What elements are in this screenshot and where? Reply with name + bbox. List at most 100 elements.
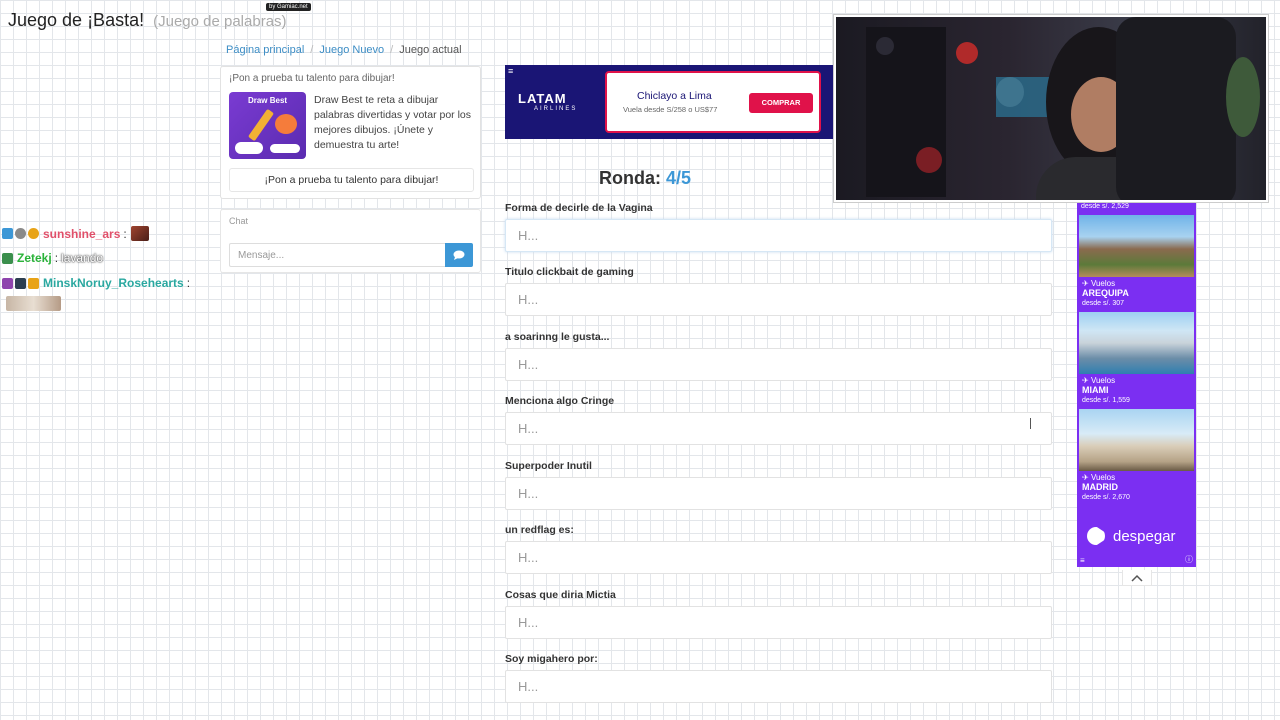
latam-buy-button[interactable]: COMPRAR [749, 93, 813, 113]
round-indicator: Ronda: 4/5 [599, 168, 691, 189]
page-title: Juego de ¡Basta! (Juego de palabras) [8, 10, 287, 31]
category-input[interactable] [505, 219, 1052, 252]
deal-price: desde s/. 2,670 [1082, 494, 1130, 501]
despegar-logo: despegar [1087, 527, 1176, 545]
stream-chat-separator: : [123, 226, 127, 241]
chair [1116, 17, 1236, 200]
badge-icon [28, 228, 39, 239]
text-cursor-icon [1030, 418, 1036, 429]
latam-logo-text: LATAM [518, 91, 567, 106]
volcano-image [1079, 215, 1194, 277]
paint-blob-icon [275, 114, 297, 134]
deal-tag: ✈ Vuelos [1082, 473, 1116, 482]
promo-title: ¡Pon a prueba tu talento para dibujar! [229, 73, 395, 84]
category-label: a soarinng le gusta... [505, 331, 610, 343]
by-badge: by Gamiac.net [266, 3, 311, 11]
city-skyline-image [1079, 312, 1194, 374]
despegar-deal-card[interactable]: ✈ Vuelos MIAMI desde s/. 1,559 [1079, 312, 1194, 405]
despegar-top-price: desde s/. 2,529 [1081, 203, 1129, 210]
stream-chat-message: lavando [61, 251, 104, 265]
stream-chat-image [6, 296, 61, 311]
despegar-deal-card[interactable]: ✈ Vuelos MADRID desde s/. 2,670 [1079, 409, 1194, 502]
title-subtitle: (Juego de palabras) [153, 13, 287, 30]
despegar-ad[interactable]: desde s/. 2,529 ✈ Vuelos AREQUIPA desde … [1077, 200, 1196, 567]
category-input[interactable] [505, 541, 1052, 574]
comment-icon [453, 250, 465, 260]
stream-chat-line: MinskNoruy_Rosehearts : [2, 276, 190, 290]
category-label: Titulo clickbait de gaming [505, 266, 634, 278]
badge-icon [2, 252, 13, 264]
category-input[interactable] [505, 606, 1052, 639]
plant [1226, 57, 1260, 137]
category-input[interactable] [505, 283, 1052, 316]
breadcrumb: Página principal / Juego Nuevo / Juego actua… [226, 44, 462, 56]
info-icon[interactable]: ⓘ [1185, 554, 1193, 565]
stream-chat-line: sunshine_ars : [2, 226, 149, 241]
cloud-icon [235, 142, 263, 154]
round-value: 4/5 [666, 168, 692, 188]
category-input[interactable] [505, 477, 1052, 510]
figure [956, 42, 978, 64]
deal-city: MIAMI [1082, 385, 1109, 395]
category-input[interactable] [505, 670, 1052, 703]
ad-menu-icon[interactable]: ≡ [1080, 556, 1085, 565]
despegar-logo-text: despegar [1113, 527, 1176, 545]
latam-logo-sub: AIRLINES [534, 106, 578, 112]
stream-chat-username: MinskNoruy_Rosehearts [43, 276, 184, 290]
category-input[interactable] [505, 412, 1052, 445]
deal-tag: ✈ Vuelos [1082, 279, 1116, 288]
emote-icon [130, 226, 149, 241]
title-main: Juego de ¡Basta! [8, 10, 145, 30]
pencil-icon [247, 108, 275, 142]
promo-panel: ¡Pon a prueba tu talento para dibujar! D… [220, 66, 481, 199]
badge-icon [15, 228, 26, 239]
latam-offer-card[interactable]: Chiclayo a Lima Vuela desde S/258 o US$7… [605, 71, 821, 133]
badge-icon [2, 228, 13, 239]
palace-image [1079, 409, 1194, 471]
breadcrumb-current: Juego actual [399, 44, 462, 56]
despegar-mark-icon [1087, 527, 1105, 545]
category-label: Menciona algo Cringe [505, 395, 615, 407]
category-label: un redflag es: [505, 524, 574, 536]
promo-thumbnail[interactable]: Draw Best [229, 92, 306, 159]
badge-icon [28, 277, 39, 289]
deal-city: MADRID [1082, 482, 1118, 492]
latam-logo: LATAM AIRLINES [518, 91, 577, 112]
deal-tag: ✈ Vuelos [1082, 376, 1116, 385]
stream-chat-username: Zetekj [17, 251, 52, 265]
badge-icon [270, 144, 300, 153]
round-label: Ronda: [599, 168, 661, 188]
stream-chat-username: sunshine_ars [43, 226, 121, 241]
chat-panel: Chat [220, 209, 481, 273]
chevron-up-icon [1131, 574, 1143, 582]
latam-price: Vuela desde S/258 o US$77 [623, 105, 718, 114]
category-label: Superpoder Inutil [505, 460, 592, 472]
breadcrumb-home-link[interactable]: Página principal [226, 44, 304, 56]
chat-message-input[interactable] [229, 243, 445, 267]
chat-title: Chat [229, 216, 249, 226]
webcam-overlay [834, 15, 1268, 202]
collapse-ad-button[interactable] [1122, 570, 1152, 586]
category-input[interactable] [505, 348, 1052, 381]
stream-chat-separator: : [54, 251, 59, 265]
figure [916, 147, 942, 173]
promo-button[interactable]: ¡Pon a prueba tu talento para dibujar! [229, 168, 474, 192]
chat-send-button[interactable] [445, 243, 473, 267]
despegar-deal-card[interactable]: ✈ Vuelos AREQUIPA desde s/. 307 [1079, 215, 1194, 308]
deal-price: desde s/. 307 [1082, 300, 1125, 307]
promo-thumb-label: Draw Best [247, 96, 288, 105]
category-label: Cosas que diria Mictia [505, 589, 616, 601]
latam-ad-banner[interactable]: LATAM AIRLINES Chiclayo a Lima Vuela des… [505, 65, 834, 139]
ad-menu-icon[interactable]: ≡ [508, 66, 513, 76]
promo-description: Draw Best te reta a dibujar palabras div… [314, 94, 471, 151]
stream-chat-line: Zetekj : lavando [2, 251, 103, 265]
figure [876, 37, 894, 55]
breadcrumb-new-game-link[interactable]: Juego Nuevo [319, 44, 384, 56]
badge-icon [15, 277, 26, 289]
deal-price: desde s/. 1,559 [1082, 397, 1130, 404]
badge-icon [2, 277, 13, 289]
stream-chat-separator: : [186, 276, 191, 290]
deal-city: AREQUIPA [1082, 288, 1129, 298]
latam-route: Chiclayo a Lima [637, 90, 712, 102]
category-label: Soy migahero por: [505, 653, 598, 665]
